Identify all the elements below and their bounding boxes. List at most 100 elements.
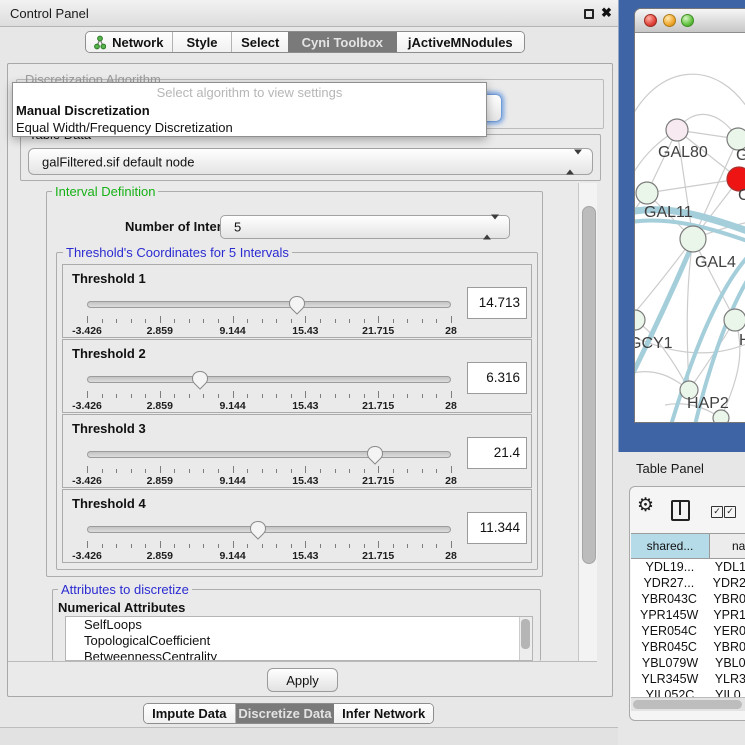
- minimize-traffic-light-icon[interactable]: [663, 14, 676, 27]
- numerical-attributes-list[interactable]: SelfLoopsTopologicalCoefficientBetweenne…: [65, 616, 533, 661]
- slider-tick: [364, 544, 365, 548]
- tab-jactivemnodules[interactable]: jActiveMNodules: [397, 32, 524, 52]
- cell-shared-name: YDR27...: [631, 575, 707, 591]
- close-icon[interactable]: ✖: [601, 5, 612, 21]
- vertical-scrollbar[interactable]: [578, 183, 597, 661]
- slider-tick: [335, 544, 336, 548]
- dropdown-option-equal-width[interactable]: Equal Width/Frequency Discretization: [13, 119, 486, 136]
- table-data-combobox[interactable]: galFiltered.sif default node: [28, 148, 593, 175]
- threshold-panel-4: Threshold 4 -3.4262.8599.14415.4321.7152…: [62, 489, 532, 563]
- slider-tick: [262, 319, 263, 323]
- slider-tick: [116, 544, 117, 548]
- slider-tick: [407, 469, 408, 473]
- slider-tick: [378, 466, 379, 473]
- close-traffic-light-icon[interactable]: [644, 14, 657, 27]
- table-row[interactable]: YPR145WYPR1: [631, 607, 745, 623]
- table-row[interactable]: YLR345WYLR3: [631, 671, 745, 687]
- slider-tick: [276, 469, 277, 473]
- slider-tick: [203, 469, 204, 473]
- dropdown-option-manual[interactable]: Manual Discretization: [13, 102, 486, 119]
- scrollbar-thumb[interactable]: [582, 206, 596, 564]
- tab-label: Style: [186, 35, 217, 50]
- slider-scale-label: 9.144: [219, 550, 245, 562]
- table-row[interactable]: YDR27...YDR2: [631, 575, 745, 591]
- tab-discretize-data[interactable]: Discretize Data: [236, 704, 335, 723]
- threshold-slider[interactable]: -3.4262.8599.14415.4321.71528: [87, 295, 451, 337]
- slider-track[interactable]: [87, 526, 451, 533]
- scrollbar-thumb[interactable]: [633, 700, 742, 709]
- tab-impute-data[interactable]: Impute Data: [144, 704, 236, 723]
- scrollbar-thumb[interactable]: [521, 619, 530, 649]
- slider-tick: [203, 319, 204, 323]
- slider-tick: [378, 391, 379, 398]
- slider-scale-label: 15.43: [292, 550, 318, 562]
- table-row[interactable]: YIL052CYIL0: [631, 687, 745, 697]
- tab-infer-network[interactable]: Infer Network: [334, 704, 433, 723]
- cell-shared-name: YLR345W: [631, 671, 709, 687]
- column-header-name[interactable]: na: [710, 534, 745, 558]
- slider-handle[interactable]: [249, 520, 267, 540]
- slider-tick: [102, 469, 103, 473]
- table-row[interactable]: YBR043CYBR0: [631, 591, 745, 607]
- slider-handle[interactable]: [288, 295, 306, 315]
- attribute-list-item[interactable]: SelfLoops: [66, 617, 532, 633]
- split-columns-icon[interactable]: [671, 500, 690, 521]
- list-scrollbar[interactable]: [519, 617, 532, 661]
- checkbox-icon[interactable]: ✓: [724, 506, 736, 518]
- combobox-value: galFiltered.sif default node: [42, 154, 194, 169]
- node-gal4[interactable]: [680, 226, 706, 252]
- attribute-list-item[interactable]: BetweennessCentrality: [66, 649, 532, 661]
- threshold-value-field[interactable]: 11.344: [467, 512, 527, 544]
- label-gcy1: GCY1: [635, 335, 673, 352]
- threshold-slider[interactable]: -3.4262.8599.14415.4321.71528: [87, 370, 451, 412]
- cell-shared-name: YBL079W: [631, 655, 709, 671]
- node-gal80[interactable]: [666, 119, 688, 141]
- column-header-shared[interactable]: shared...: [631, 534, 710, 558]
- node-gal11[interactable]: [636, 182, 658, 204]
- number-of-intervals-combobox[interactable]: 5: [220, 215, 510, 239]
- threshold-value-field[interactable]: 21.4: [467, 437, 527, 469]
- horizontal-scrollbar[interactable]: [631, 697, 745, 711]
- slider-track[interactable]: [87, 451, 451, 458]
- node-right-mid[interactable]: [724, 309, 745, 331]
- zoom-traffic-light-icon[interactable]: [681, 14, 694, 27]
- slider-track[interactable]: [87, 301, 451, 308]
- slider-handle[interactable]: [366, 445, 384, 465]
- slider-tick: [291, 319, 292, 323]
- table-row[interactable]: YDL19...YDL1: [631, 559, 745, 575]
- slider-tick: [262, 469, 263, 473]
- table-row[interactable]: YBL079WYBL0: [631, 655, 745, 671]
- slider-ticks: [87, 316, 451, 324]
- network-canvas[interactable]: GAL80 GA C GAL11 GAL4 GCY1 H HAP2: [635, 33, 745, 422]
- network-window-titlebar[interactable]: [635, 9, 745, 33]
- tab-style[interactable]: Style: [173, 32, 233, 52]
- table-row[interactable]: YBR045CYBR0: [631, 639, 745, 655]
- table-row[interactable]: YER054CYER0: [631, 623, 745, 639]
- slider-track[interactable]: [87, 376, 451, 383]
- slider-tick: [436, 319, 437, 323]
- attribute-list-item[interactable]: TopologicalCoefficient: [66, 633, 532, 649]
- threshold-slider[interactable]: -3.4262.8599.14415.4321.71528: [87, 520, 451, 562]
- threshold-value-field[interactable]: 14.713: [467, 287, 527, 319]
- slider-tick: [262, 394, 263, 398]
- tab-network[interactable]: Network: [86, 32, 173, 52]
- tab-select[interactable]: Select: [232, 32, 288, 52]
- apply-button[interactable]: Apply: [267, 668, 338, 692]
- checkbox-icon[interactable]: ✓: [711, 506, 723, 518]
- network-view-window[interactable]: GAL80 GA C GAL11 GAL4 GCY1 H HAP2: [634, 8, 745, 423]
- slider-handle[interactable]: [191, 370, 209, 390]
- slider-tick: [247, 469, 248, 473]
- threshold-panel-3: Threshold 3 -3.4262.8599.14415.4321.7152…: [62, 414, 532, 488]
- slider-tick: [305, 541, 306, 548]
- float-window-icon[interactable]: [584, 9, 594, 19]
- slider-tick: [233, 316, 234, 323]
- app-root: Control Panel ✖ Network Style Select: [0, 0, 745, 745]
- gear-icon[interactable]: ⚙: [637, 496, 654, 515]
- tab-cyni-toolbox[interactable]: Cyni Toolbox: [288, 32, 397, 52]
- slider-tick: [247, 394, 248, 398]
- threshold-panel-1: Threshold 1 -3.4262.8599.14415.4321.7152…: [62, 264, 532, 338]
- threshold-slider[interactable]: -3.4262.8599.14415.4321.71528: [87, 445, 451, 487]
- threshold-value-field[interactable]: 6.316: [467, 362, 527, 394]
- slider-tick: [349, 544, 350, 548]
- slider-tick: [87, 316, 88, 323]
